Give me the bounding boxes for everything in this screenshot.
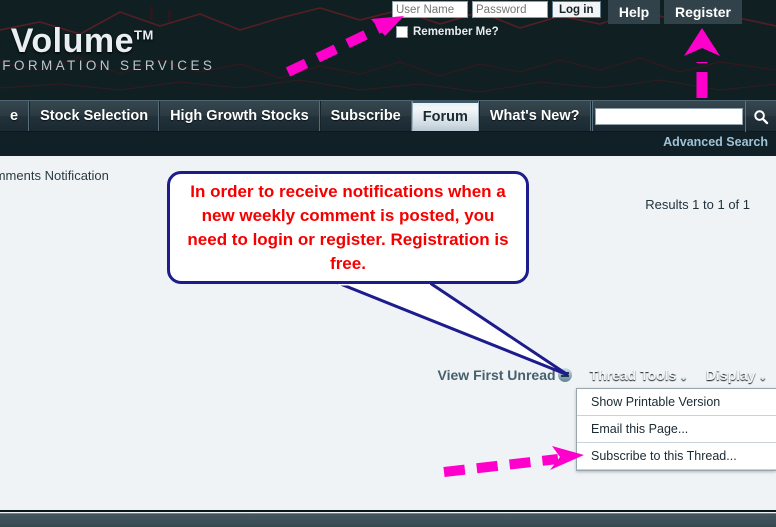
chevron-down-icon: ⌄: [758, 372, 767, 383]
register-link[interactable]: Register: [664, 0, 742, 24]
help-link[interactable]: Help: [608, 0, 660, 24]
search-input[interactable]: [594, 107, 743, 125]
thread-tools-menu[interactable]: Thread Tools ⌄: [581, 367, 697, 383]
thread-tools-bar: [0, 513, 776, 527]
nav-tab-whats-new[interactable]: What's New?: [478, 101, 591, 131]
view-first-unread-label: View First Unread: [437, 367, 556, 383]
page-root: ive VolumeTM INFORMATION SERVICES Log in…: [0, 0, 776, 527]
nav-tab-forum[interactable]: Forum: [411, 100, 479, 131]
annotation-callout: In order to receive notifications when a…: [167, 171, 529, 284]
menu-item-show-printable-version[interactable]: Show Printable Version: [577, 389, 776, 416]
logo-text: ive Volume: [0, 22, 134, 60]
nav-tab-stock-selection[interactable]: Stock Selection: [29, 101, 160, 131]
thread-tools-label: Thread Tools: [589, 367, 677, 383]
nav-tab-subscribe[interactable]: Subscribe: [319, 101, 412, 131]
remember-me-label: Remember Me?: [413, 26, 499, 38]
logo-subtitle: INFORMATION SERVICES: [0, 58, 216, 73]
subheader-bar: Advanced Search: [0, 132, 776, 156]
site-header: ive VolumeTM INFORMATION SERVICES Log in…: [0, 0, 776, 100]
login-button[interactable]: Log in: [552, 1, 601, 18]
remember-me-checkbox[interactable]: [396, 26, 408, 38]
annotation-callout-text: In order to receive notifications when a…: [187, 181, 509, 273]
menu-item-email-this-page[interactable]: Email this Page...: [577, 416, 776, 443]
advanced-search-link[interactable]: Advanced Search: [663, 135, 768, 149]
main-navigation: e Stock Selection High Growth Stocks Sub…: [0, 100, 776, 132]
thread-toolbar: View First Unread Thread Tools ⌄ Display ⌄: [429, 364, 776, 386]
login-form: Log in: [392, 1, 601, 18]
results-count: Results 1 to 1 of 1: [645, 197, 750, 212]
remember-me-row[interactable]: Remember Me?: [396, 26, 499, 38]
menu-item-subscribe-to-this-thread[interactable]: Subscribe to this Thread...: [577, 443, 776, 470]
display-menu[interactable]: Display ⌄: [697, 367, 776, 383]
breadcrumb[interactable]: y Comments Notification: [0, 168, 109, 183]
unread-badge-icon: [557, 368, 572, 382]
username-input[interactable]: [392, 1, 468, 18]
password-input[interactable]: [472, 1, 548, 18]
nav-tab-high-growth-stocks[interactable]: High Growth Stocks: [159, 101, 320, 131]
thread-tools-dropdown: Show Printable Version Email this Page..…: [576, 388, 776, 471]
site-logo[interactable]: ive VolumeTM: [0, 22, 154, 61]
chevron-down-icon: ⌄: [679, 372, 688, 383]
view-first-unread-link[interactable]: View First Unread: [429, 367, 581, 383]
display-label: Display: [705, 367, 756, 383]
search-icon[interactable]: [744, 101, 776, 132]
logo-trademark: TM: [134, 27, 154, 43]
nav-tab-home[interactable]: e: [0, 101, 30, 131]
nav-search-wrap: [591, 101, 745, 131]
content-divider: [0, 510, 776, 512]
search-glyph: [754, 109, 768, 124]
